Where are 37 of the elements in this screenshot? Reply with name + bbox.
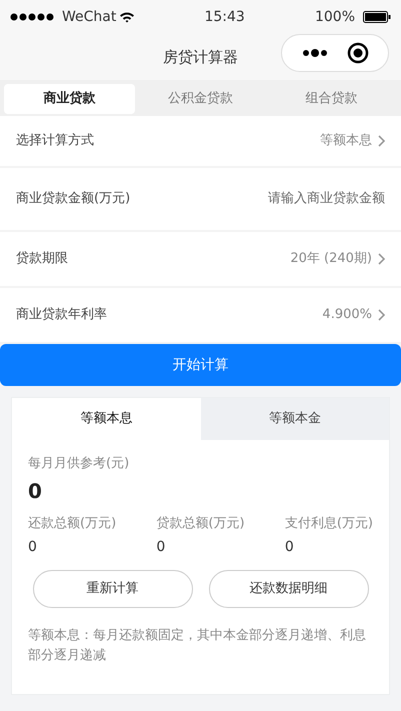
description-text: 等额本息：每月还款额固定，其中本金部分逐月递增、利息部分逐月递减 xyxy=(28,627,367,665)
monthly-label: 每月月供参考(元) xyxy=(28,455,130,473)
stat-label: 还款总额(万元) xyxy=(28,514,116,532)
page-title: 房贷计算器 xyxy=(163,46,238,68)
stat-value: 0 xyxy=(28,538,38,557)
field-label: 商业贷款金额(万元) xyxy=(16,190,130,208)
wifi-icon xyxy=(120,12,134,22)
loan-tab[interactable]: 组合贷款 xyxy=(266,84,397,114)
loan-tab[interactable]: 公积金贷款 xyxy=(135,84,266,114)
battery-icon xyxy=(363,11,391,23)
field-label: 商业贷款年利率 xyxy=(16,306,107,324)
capsule-menu[interactable] xyxy=(281,34,389,72)
field-value: 20年 (240期) xyxy=(290,250,372,268)
stat-value: 0 xyxy=(284,538,295,557)
battery-percent: 100% xyxy=(314,8,355,26)
chevron-right-icon xyxy=(378,135,385,147)
chevron-right-icon xyxy=(378,253,385,265)
field-label: 选择计算方式 xyxy=(16,132,94,150)
monthly-value: 0 xyxy=(28,478,43,504)
field-label: 贷款期限 xyxy=(16,250,68,268)
action-button[interactable]: 重新计算 xyxy=(32,570,192,608)
select-field[interactable]: 20年 (240期) xyxy=(290,249,385,269)
stat-label: 贷款总额(万元) xyxy=(156,514,245,532)
carrier-name: WeChat xyxy=(62,8,116,26)
calculate-button[interactable]: 开始计算 xyxy=(0,344,401,386)
stat-value: 0 xyxy=(156,538,166,557)
stat-label: 支付利息(万元) xyxy=(284,514,373,532)
field-value: 等额本息 xyxy=(320,132,372,150)
field-value: 4.900% xyxy=(322,306,372,324)
action-button[interactable]: 还款数据明细 xyxy=(208,570,368,608)
select-field[interactable]: 4.900% xyxy=(322,305,385,325)
more-icon[interactable] xyxy=(302,49,328,57)
chevron-right-icon xyxy=(378,309,385,321)
loan-tab[interactable]: 商业贷款 xyxy=(4,84,135,114)
result-tab[interactable]: 等额本金 xyxy=(200,398,389,440)
select-field[interactable]: 等额本息 xyxy=(320,131,385,151)
clock-time: 15:43 xyxy=(203,8,246,26)
